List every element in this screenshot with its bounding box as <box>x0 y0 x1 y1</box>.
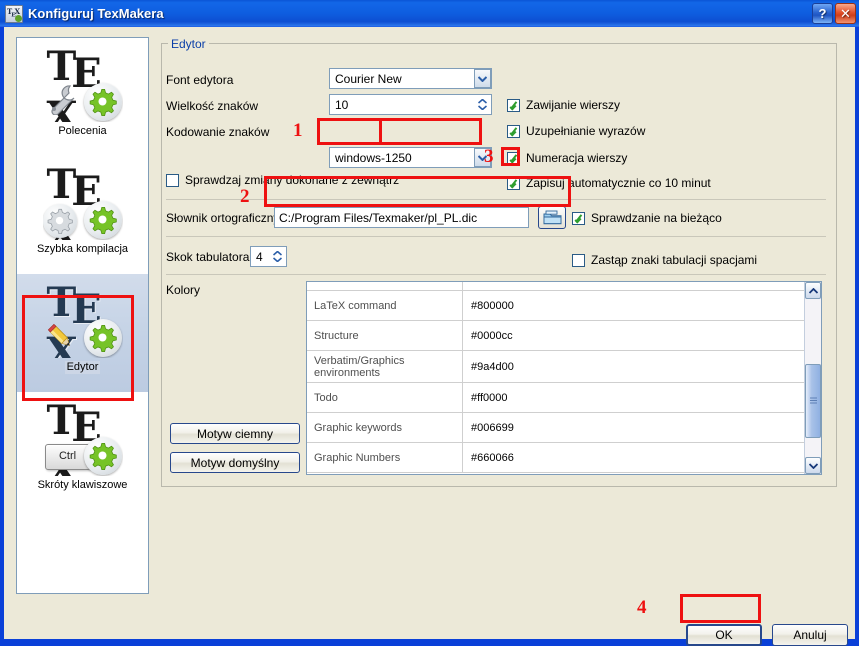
folder-open-icon[interactable] <box>538 206 566 229</box>
sidebar-item-skroty-klawiszowe[interactable]: TEX Ctrl Skróty klawiszowe <box>17 392 148 510</box>
annotation-box-encoding-full <box>317 118 482 145</box>
replace-tabs-checkbox[interactable]: Zastąp znaki tabulacji spacjami <box>572 253 757 267</box>
encoding-label: Kodowanie znaków <box>166 125 270 139</box>
encoding-combo-value: windows-1250 <box>335 150 412 165</box>
annotation-box-editor <box>22 295 134 401</box>
checkbox-label: Sprawdzanie na bieżąco <box>591 211 722 225</box>
table-cell-name: Graphic Numbers <box>307 443 463 472</box>
title-bar: TEX Konfiguruj TexMakera ? ✕ <box>0 0 859 27</box>
checkbox-label: Zawijanie wierszy <box>526 98 621 112</box>
colors-table-body: LaTeX command #800000 Structure #0000cc … <box>307 282 805 473</box>
table-cell-name: Todo <box>307 383 463 412</box>
font-combo-value: Courier New <box>335 71 402 86</box>
inline-spellcheck-checkbox[interactable]: Sprawdzanie na bieżąco <box>572 211 722 225</box>
checkbox-label: Numeracja wierszy <box>526 151 628 165</box>
colors-table-scrollbar[interactable] <box>804 282 821 474</box>
sidebar-item-label: Szybka kompilacja <box>36 243 129 255</box>
annotation-number-1: 1 <box>293 120 303 141</box>
annotation-box-autosave <box>501 147 520 166</box>
table-row[interactable]: Verbatim/Graphics environments #9a4d00 <box>307 351 805 383</box>
tex-gear-gear-icon: TEX <box>42 162 123 240</box>
table-cell-name: Graphic keywords <box>307 413 463 442</box>
title-bar-buttons: ? ✕ <box>812 3 856 24</box>
tex-wrench-gear-icon: TEX <box>43 44 123 122</box>
tex-document-icon: TEX <box>5 4 23 23</box>
spinner-arrows[interactable] <box>475 96 490 113</box>
tabwidth-spinner[interactable]: 4 <box>250 246 287 267</box>
table-row[interactable]: Structure #0000cc <box>307 321 805 351</box>
ok-button[interactable]: OK <box>686 624 762 646</box>
tabwidth-label: Skok tabulatora <box>166 250 250 264</box>
checkbox-box[interactable] <box>507 124 520 138</box>
annotation-box-ok <box>680 594 761 623</box>
chevron-down-icon[interactable] <box>805 457 821 474</box>
help-button[interactable]: ? <box>812 3 833 24</box>
completion-checkbox[interactable]: Uzupełnianie wyrazów <box>507 124 645 138</box>
colors-label: Kolory <box>166 283 201 297</box>
dark-theme-button[interactable]: Motyw ciemny <box>170 423 300 444</box>
table-cell-name: Verbatim/Graphics environments <box>307 351 463 382</box>
table-row[interactable]: Graphic Numbers #660066 <box>307 443 805 473</box>
annotation-number-3: 3 <box>484 146 494 167</box>
sidebar-item-szybka-kompilacja[interactable]: TEX Szybka kompilacja <box>17 156 148 274</box>
table-row-partial <box>307 282 805 291</box>
table-row[interactable]: LaTeX command #800000 <box>307 291 805 321</box>
font-combo[interactable]: Courier New <box>329 68 492 89</box>
colors-table[interactable]: LaTeX command #800000 Structure #0000cc … <box>306 281 822 475</box>
dictionary-label: Słownik ortograficzny <box>166 211 280 225</box>
font-size-value: 10 <box>335 97 349 112</box>
table-cell-value[interactable]: #9a4d00 <box>463 351 805 382</box>
checkbox-label: Uzupełnianie wyrazów <box>526 124 646 138</box>
table-row[interactable]: Graphic keywords #006699 <box>307 413 805 443</box>
checkbox-box[interactable] <box>572 211 585 225</box>
table-cell-value[interactable]: #660066 <box>463 443 805 472</box>
size-label: Wielkość znaków <box>166 99 259 113</box>
checkbox-label: Zastąp znaki tabulacji spacjami <box>591 253 758 267</box>
sidebar-item-polecenia[interactable]: TEX Polecenia <box>17 38 148 156</box>
encoding-combo[interactable]: windows-1250 <box>329 147 492 168</box>
dialog-window: TEX Konfiguruj TexMakera ? ✕ TEX <box>0 0 859 646</box>
font-label: Font edytora <box>166 73 234 87</box>
table-cell-value[interactable]: #006699 <box>463 413 805 442</box>
checkbox-box[interactable] <box>166 173 179 187</box>
annotation-number-2: 2 <box>240 186 250 207</box>
wrap-lines-checkbox[interactable]: Zawijanie wierszy <box>507 98 620 112</box>
chevron-up-icon[interactable] <box>805 282 821 299</box>
gear-icon <box>83 83 122 121</box>
scrollbar-thumb[interactable] <box>805 364 821 438</box>
wrench-icon <box>45 81 79 118</box>
group-title: Edytor <box>168 37 209 51</box>
tex-ctrl-gear-icon: TEX Ctrl <box>43 398 123 476</box>
dictionary-path-value: C:/Program Files/Texmaker/pl_PL.dic <box>279 210 478 225</box>
separator <box>166 236 826 237</box>
annotation-box-dictionary <box>264 176 571 207</box>
gear-icon <box>83 201 122 239</box>
gray-gear-icon <box>42 204 77 238</box>
checkbox-box[interactable] <box>507 98 520 112</box>
gear-icon <box>83 437 122 475</box>
sidebar-item-label: Polecenia <box>58 125 107 137</box>
table-cell-value[interactable]: #800000 <box>463 291 805 320</box>
close-icon[interactable]: ✕ <box>835 3 856 24</box>
cancel-button[interactable]: Anuluj <box>772 624 848 646</box>
separator <box>166 274 826 275</box>
table-cell-value <box>463 282 805 290</box>
spinner-arrows[interactable] <box>270 248 285 265</box>
annotation-number-4: 4 <box>637 597 647 618</box>
table-cell-value[interactable]: #0000cc <box>463 321 805 350</box>
font-size-spinner[interactable]: 10 <box>329 94 492 115</box>
window-title: Konfiguruj TexMakera <box>28 6 164 21</box>
table-cell-value[interactable]: #ff0000 <box>463 383 805 412</box>
table-cell-name <box>307 282 463 290</box>
chevron-down-icon[interactable] <box>474 69 491 88</box>
sidebar-item-label: Skróty klawiszowe <box>37 479 128 491</box>
dictionary-path-input[interactable]: C:/Program Files/Texmaker/pl_PL.dic <box>274 207 529 228</box>
table-cell-name: LaTeX command <box>307 291 463 320</box>
default-theme-button[interactable]: Motyw domyślny <box>170 452 300 473</box>
checkbox-box[interactable] <box>572 253 585 267</box>
table-row[interactable]: Todo #ff0000 <box>307 383 805 413</box>
line-numbers-checkbox[interactable]: Numeracja wierszy <box>507 151 627 165</box>
tabwidth-value: 4 <box>256 249 263 264</box>
table-cell-name: Structure <box>307 321 463 350</box>
